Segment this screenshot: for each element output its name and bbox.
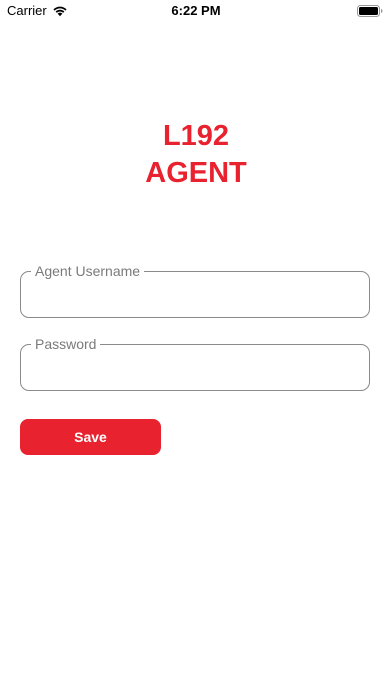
app-title-line-2: AGENT — [145, 157, 247, 190]
agent-username-label: Agent Username — [31, 263, 145, 279]
save-button[interactable]: Save — [20, 419, 161, 455]
password-input[interactable] — [35, 357, 355, 379]
password-label: Password — [31, 336, 101, 352]
status-bar: Carrier 6:22 PM — [0, 0, 392, 22]
app-title: L192 AGENT — [0, 118, 392, 192]
agent-username-field[interactable]: Agent Username — [20, 263, 370, 318]
battery-full-icon — [357, 5, 383, 17]
password-field[interactable]: Password — [20, 336, 370, 391]
app-title-line-1: L192 — [162, 120, 230, 153]
agent-username-input[interactable] — [35, 284, 355, 306]
status-time: 6:22 PM — [171, 3, 221, 18]
